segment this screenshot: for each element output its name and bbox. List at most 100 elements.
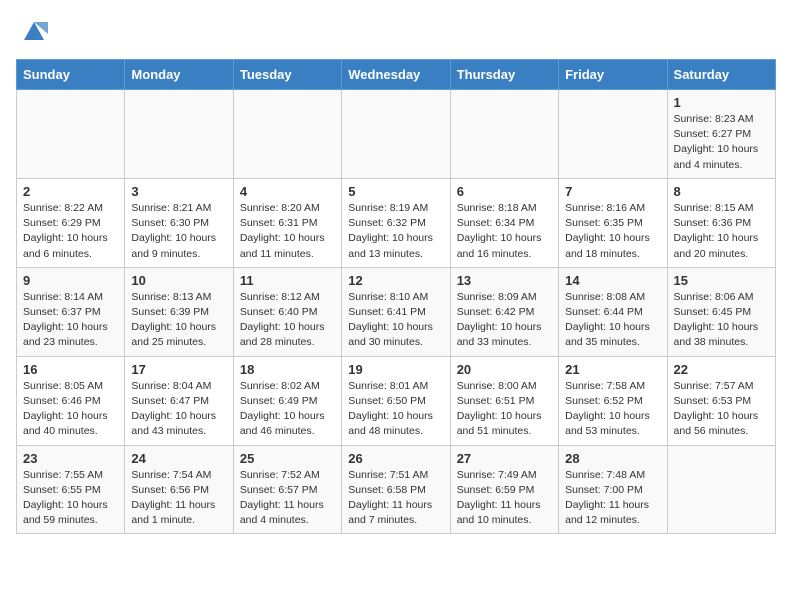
calendar-cell: 10 Sunrise: 8:13 AM Sunset: 6:39 PM Dayli…	[125, 267, 233, 356]
day-info: Sunrise: 8:01 AM Sunset: 6:50 PM Dayligh…	[348, 379, 443, 440]
day-number: 6	[457, 184, 552, 199]
day-info: Sunrise: 7:55 AM Sunset: 6:55 PM Dayligh…	[23, 468, 118, 529]
day-number: 5	[348, 184, 443, 199]
page-header	[16, 16, 776, 49]
calendar-cell: 18 Sunrise: 8:02 AM Sunset: 6:49 PM Dayli…	[233, 356, 341, 445]
day-info: Sunrise: 8:22 AM Sunset: 6:29 PM Dayligh…	[23, 201, 118, 262]
day-info: Sunrise: 8:23 AM Sunset: 6:27 PM Dayligh…	[674, 112, 769, 173]
calendar-cell	[233, 90, 341, 179]
day-number: 25	[240, 451, 335, 466]
calendar-cell: 14 Sunrise: 8:08 AM Sunset: 6:44 PM Dayli…	[559, 267, 667, 356]
day-info: Sunrise: 8:10 AM Sunset: 6:41 PM Dayligh…	[348, 290, 443, 351]
day-info: Sunrise: 8:13 AM Sunset: 6:39 PM Dayligh…	[131, 290, 226, 351]
day-number: 8	[674, 184, 769, 199]
calendar-cell: 24 Sunrise: 7:54 AM Sunset: 6:56 PM Dayli…	[125, 445, 233, 534]
day-info: Sunrise: 8:16 AM Sunset: 6:35 PM Dayligh…	[565, 201, 660, 262]
header-saturday: Saturday	[667, 60, 775, 90]
calendar-cell: 4 Sunrise: 8:20 AM Sunset: 6:31 PM Daylig…	[233, 178, 341, 267]
day-number: 4	[240, 184, 335, 199]
day-info: Sunrise: 8:00 AM Sunset: 6:51 PM Dayligh…	[457, 379, 552, 440]
calendar-cell	[342, 90, 450, 179]
calendar-cell	[667, 445, 775, 534]
day-info: Sunrise: 7:54 AM Sunset: 6:56 PM Dayligh…	[131, 468, 226, 529]
calendar-cell: 9 Sunrise: 8:14 AM Sunset: 6:37 PM Daylig…	[17, 267, 125, 356]
header-tuesday: Tuesday	[233, 60, 341, 90]
calendar-cell: 20Sunrise: 8:00 AM Sunset: 6:51 PM Dayli…	[450, 356, 558, 445]
calendar-cell: 13 Sunrise: 8:09 AM Sunset: 6:42 PM Dayli…	[450, 267, 558, 356]
logo-icon	[20, 16, 48, 44]
day-info: Sunrise: 8:02 AM Sunset: 6:49 PM Dayligh…	[240, 379, 335, 440]
day-info: Sunrise: 7:52 AM Sunset: 6:57 PM Dayligh…	[240, 468, 335, 529]
calendar-cell: 8 Sunrise: 8:15 AM Sunset: 6:36 PM Daylig…	[667, 178, 775, 267]
calendar-week-5: 23 Sunrise: 7:55 AM Sunset: 6:55 PM Dayli…	[17, 445, 776, 534]
day-number: 16	[23, 362, 118, 377]
day-info: Sunrise: 8:18 AM Sunset: 6:34 PM Dayligh…	[457, 201, 552, 262]
day-info: Sunrise: 8:15 AM Sunset: 6:36 PM Dayligh…	[674, 201, 769, 262]
calendar-header-row: SundayMondayTuesdayWednesdayThursdayFrid…	[17, 60, 776, 90]
day-number: 13	[457, 273, 552, 288]
day-number: 12	[348, 273, 443, 288]
calendar-cell: 15 Sunrise: 8:06 AM Sunset: 6:45 PM Dayli…	[667, 267, 775, 356]
calendar-cell: 7 Sunrise: 8:16 AM Sunset: 6:35 PM Daylig…	[559, 178, 667, 267]
day-number: 9	[23, 273, 118, 288]
header-sunday: Sunday	[17, 60, 125, 90]
calendar-cell: 26 Sunrise: 7:51 AM Sunset: 6:58 PM Dayli…	[342, 445, 450, 534]
calendar-week-2: 2 Sunrise: 8:22 AM Sunset: 6:29 PM Daylig…	[17, 178, 776, 267]
day-info: Sunrise: 7:51 AM Sunset: 6:58 PM Dayligh…	[348, 468, 443, 529]
calendar-table: SundayMondayTuesdayWednesdayThursdayFrid…	[16, 59, 776, 534]
header-wednesday: Wednesday	[342, 60, 450, 90]
day-number: 23	[23, 451, 118, 466]
calendar-week-1: 1 Sunrise: 8:23 AM Sunset: 6:27 PM Daylig…	[17, 90, 776, 179]
calendar-cell: 6 Sunrise: 8:18 AM Sunset: 6:34 PM Daylig…	[450, 178, 558, 267]
calendar-cell: 21Sunrise: 7:58 AM Sunset: 6:52 PM Dayli…	[559, 356, 667, 445]
header-monday: Monday	[125, 60, 233, 90]
day-number: 14	[565, 273, 660, 288]
day-number: 2	[23, 184, 118, 199]
day-info: Sunrise: 8:06 AM Sunset: 6:45 PM Dayligh…	[674, 290, 769, 351]
day-info: Sunrise: 8:19 AM Sunset: 6:32 PM Dayligh…	[348, 201, 443, 262]
calendar-cell	[125, 90, 233, 179]
day-info: Sunrise: 8:20 AM Sunset: 6:31 PM Dayligh…	[240, 201, 335, 262]
day-info: Sunrise: 8:08 AM Sunset: 6:44 PM Dayligh…	[565, 290, 660, 351]
calendar-cell: 11 Sunrise: 8:12 AM Sunset: 6:40 PM Dayli…	[233, 267, 341, 356]
calendar-cell	[559, 90, 667, 179]
calendar-cell: 3 Sunrise: 8:21 AM Sunset: 6:30 PM Daylig…	[125, 178, 233, 267]
calendar-cell: 12 Sunrise: 8:10 AM Sunset: 6:41 PM Dayli…	[342, 267, 450, 356]
calendar-cell: 17 Sunrise: 8:04 AM Sunset: 6:47 PM Dayli…	[125, 356, 233, 445]
logo	[16, 16, 48, 49]
calendar-cell: 28 Sunrise: 7:48 AM Sunset: 7:00 PM Dayli…	[559, 445, 667, 534]
day-info: Sunrise: 8:14 AM Sunset: 6:37 PM Dayligh…	[23, 290, 118, 351]
calendar-cell: 1 Sunrise: 8:23 AM Sunset: 6:27 PM Daylig…	[667, 90, 775, 179]
day-number: 11	[240, 273, 335, 288]
day-info: Sunrise: 7:48 AM Sunset: 7:00 PM Dayligh…	[565, 468, 660, 529]
calendar-cell: 25 Sunrise: 7:52 AM Sunset: 6:57 PM Dayli…	[233, 445, 341, 534]
day-number: 10	[131, 273, 226, 288]
day-number: 24	[131, 451, 226, 466]
header-thursday: Thursday	[450, 60, 558, 90]
header-friday: Friday	[559, 60, 667, 90]
day-info: Sunrise: 8:21 AM Sunset: 6:30 PM Dayligh…	[131, 201, 226, 262]
day-number: 18	[240, 362, 335, 377]
day-number: 17	[131, 362, 226, 377]
day-number: 19	[348, 362, 443, 377]
calendar-week-4: 16 Sunrise: 8:05 AM Sunset: 6:46 PM Dayli…	[17, 356, 776, 445]
calendar-cell: 27Sunrise: 7:49 AM Sunset: 6:59 PM Dayli…	[450, 445, 558, 534]
day-number: 28	[565, 451, 660, 466]
day-number: 1	[674, 95, 769, 110]
day-info: Sunrise: 8:09 AM Sunset: 6:42 PM Dayligh…	[457, 290, 552, 351]
calendar-cell: 22 Sunrise: 7:57 AM Sunset: 6:53 PM Dayli…	[667, 356, 775, 445]
day-number: 22	[674, 362, 769, 377]
day-number: 3	[131, 184, 226, 199]
day-number: 26	[348, 451, 443, 466]
calendar-cell: 19 Sunrise: 8:01 AM Sunset: 6:50 PM Dayli…	[342, 356, 450, 445]
day-info: Sunrise: 7:57 AM Sunset: 6:53 PM Dayligh…	[674, 379, 769, 440]
calendar-cell: 16 Sunrise: 8:05 AM Sunset: 6:46 PM Dayli…	[17, 356, 125, 445]
day-info: Sunrise: 8:04 AM Sunset: 6:47 PM Dayligh…	[131, 379, 226, 440]
day-number: 15	[674, 273, 769, 288]
calendar-cell: 2 Sunrise: 8:22 AM Sunset: 6:29 PM Daylig…	[17, 178, 125, 267]
calendar-cell: 23 Sunrise: 7:55 AM Sunset: 6:55 PM Dayli…	[17, 445, 125, 534]
day-info: Sunrise: 8:12 AM Sunset: 6:40 PM Dayligh…	[240, 290, 335, 351]
day-info: Sunrise: 8:05 AM Sunset: 6:46 PM Dayligh…	[23, 379, 118, 440]
day-number: 7	[565, 184, 660, 199]
calendar-cell	[17, 90, 125, 179]
